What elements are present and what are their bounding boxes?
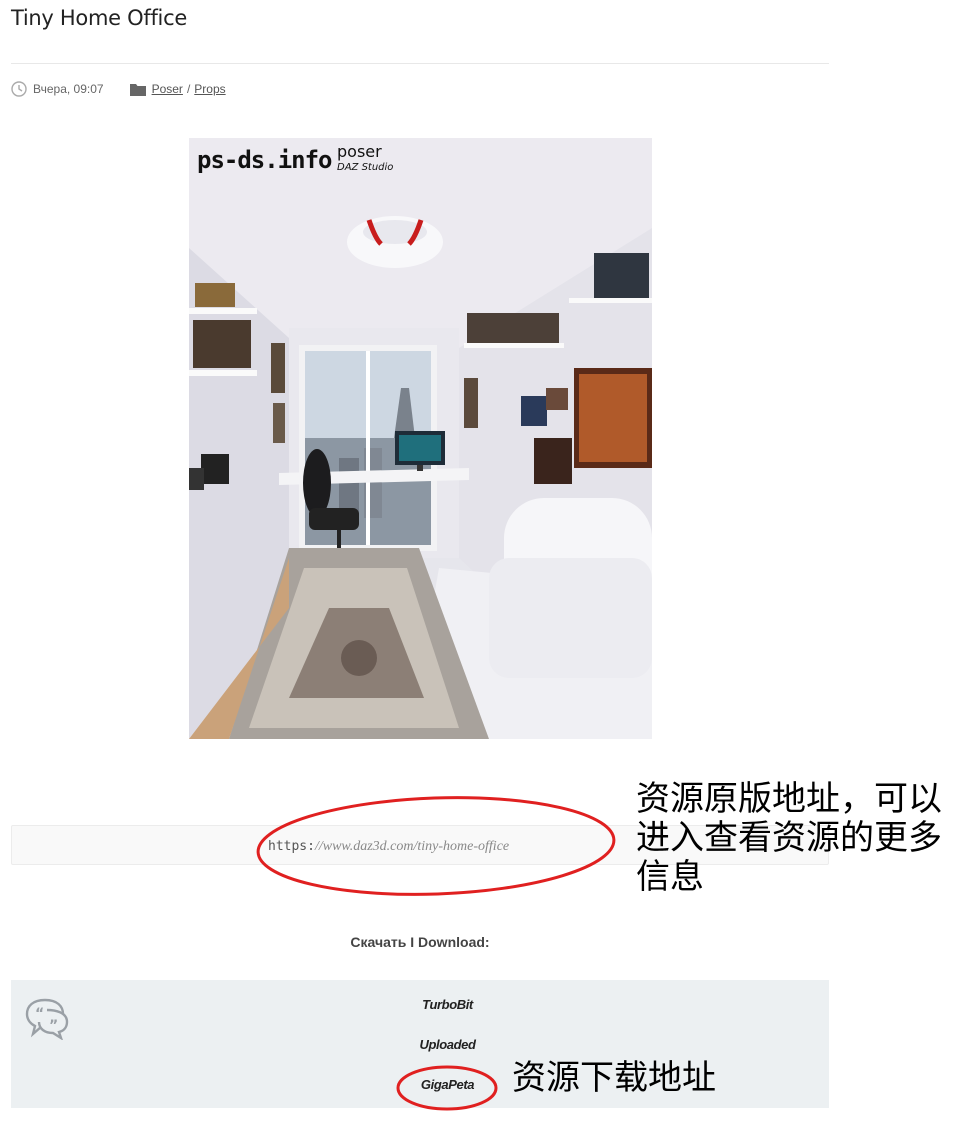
category-link-poser[interactable]: Poser [152,82,183,96]
watermark-daz: DAZ Studio [337,162,394,173]
post-date: Вчера, 09:07 [33,82,104,96]
watermark-site: ps-ds.info [197,146,332,174]
post-title: Tiny Home Office [11,6,187,30]
clock-icon [11,81,27,97]
source-url-rest: //www.daz3d.com/tiny-home-office [314,839,510,854]
category-separator: / [186,82,191,96]
watermark-poser: poser [337,142,382,161]
product-preview-image[interactable]: ps-ds.info poser DAZ Studio [189,138,652,739]
post-meta: Вчера, 09:07 Poser / Props [11,80,226,98]
download-link-uploaded[interactable]: Uploaded [11,1037,884,1052]
download-link-turbobit[interactable]: TurboBit [11,997,884,1012]
folder-icon [129,84,146,96]
room-render [189,138,652,739]
annotation-download-note: 资源下载地址 [512,1058,716,1098]
source-url[interactable]: https://www.daz3d.com/tiny-home-office [268,839,509,855]
category-link-props[interactable]: Props [194,82,225,96]
source-url-prefix: https: [268,839,315,854]
svg-text:”: ” [49,1018,58,1034]
annotation-source-note: 资源原版地址，可以进入查看资源的更多信息 [636,779,942,898]
download-link-gigapeta[interactable]: GigaPeta [11,1077,884,1092]
divider [11,63,829,64]
download-heading: Скачать I Download: [350,934,490,950]
